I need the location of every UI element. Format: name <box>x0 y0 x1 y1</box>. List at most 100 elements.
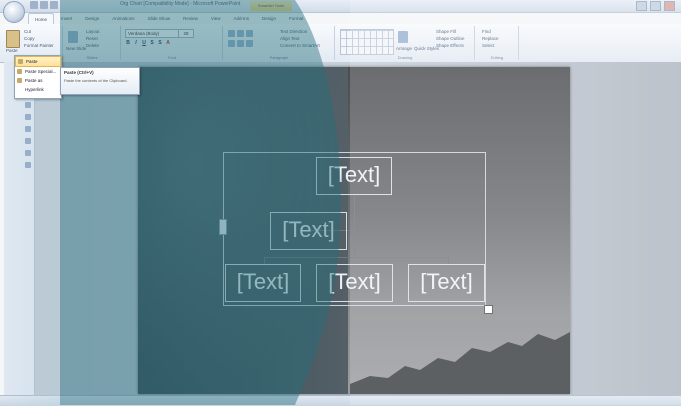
shape-effects-button[interactable]: Shape Effects <box>436 43 464 48</box>
tab-animations[interactable]: Animations <box>106 13 140 24</box>
menu-item-paste-special[interactable]: Paste Special... <box>15 67 61 76</box>
smartart-tools-context-tab: SmartArt Tools <box>250 1 292 11</box>
align-text-button[interactable]: Align Text <box>280 36 299 41</box>
title-bar: Org Chart [Compatibility Mode] - Microso… <box>0 0 681 13</box>
font-format-row: B I U S S A <box>125 40 171 46</box>
office-button[interactable] <box>3 1 25 23</box>
menu-item-label: Paste Special... <box>25 69 57 74</box>
smartart-node-top[interactable]: [Text] <box>316 157 392 195</box>
tool-icon[interactable] <box>25 150 31 156</box>
ribbon-tabs: Home Insert Design Animations Slide Show… <box>28 13 309 24</box>
tab-home[interactable]: Home <box>28 13 55 24</box>
font-group-label: Font <box>167 55 176 60</box>
smartart-node-right[interactable]: [Text] <box>408 264 485 302</box>
smartart-node-assistant[interactable]: [Text] <box>270 212 347 250</box>
indent-icon[interactable] <box>246 30 253 37</box>
tooltip-description: Paste the contents of the Clipboard. <box>64 78 128 83</box>
paste-button-label[interactable]: Paste <box>6 48 18 53</box>
numbering-icon[interactable] <box>237 30 244 37</box>
bold-icon[interactable]: B <box>125 40 131 46</box>
tab-format[interactable]: Format <box>283 13 309 24</box>
minimize-icon[interactable] <box>636 1 647 11</box>
tool-icon[interactable] <box>25 102 31 108</box>
slides-pane <box>4 62 35 395</box>
bullets-icon[interactable] <box>228 30 235 37</box>
align-right-icon[interactable] <box>246 40 253 47</box>
shape-fill-button[interactable]: Shape Fill <box>436 29 456 34</box>
tab-insert[interactable]: Insert <box>55 13 78 24</box>
shape-outline-button[interactable]: Shape Outline <box>436 36 465 41</box>
layout-button[interactable]: Layout <box>86 29 100 34</box>
text-pane-toggle[interactable] <box>219 219 227 235</box>
copy-button[interactable]: Copy <box>24 36 35 41</box>
new-slide-button[interactable]: New Slide <box>66 46 86 51</box>
redo-icon[interactable] <box>50 1 58 9</box>
strikethrough-icon[interactable]: S <box>149 40 155 46</box>
hyperlink-icon <box>17 78 22 83</box>
drawing-group-label: Drawing <box>397 55 413 60</box>
delete-button[interactable]: Delete <box>86 43 99 48</box>
paste-tooltip: Paste (Ctrl+V) Paste the contents of the… <box>60 67 140 95</box>
paste-icon[interactable] <box>6 30 20 48</box>
format-painter-button[interactable]: Format Painter <box>24 43 54 48</box>
select-button[interactable]: Select <box>482 43 495 48</box>
tool-icon[interactable] <box>25 162 31 168</box>
close-icon[interactable] <box>664 1 675 11</box>
tab-slide-show[interactable]: Slide Show <box>142 13 177 24</box>
underline-icon[interactable]: U <box>141 40 147 46</box>
text-direction-button[interactable]: Text Direction <box>280 29 307 34</box>
cut-button[interactable]: Cut <box>24 29 31 34</box>
status-bar <box>0 395 681 406</box>
connector-line <box>264 257 448 258</box>
tab-design[interactable]: Design <box>79 13 105 24</box>
menu-item-label: Paste <box>26 59 38 64</box>
connector-line <box>354 194 355 258</box>
tab-add-ins[interactable]: Add-Ins <box>228 13 256 24</box>
window-controls <box>636 1 675 11</box>
tool-icon[interactable] <box>25 126 31 132</box>
align-left-icon[interactable] <box>228 40 235 47</box>
italic-icon[interactable]: I <box>133 40 139 46</box>
font-group: Verdana (Body) 28 B I U S S A Font <box>122 26 223 60</box>
shapes-gallery[interactable] <box>340 29 394 55</box>
editing-group-label: Editing <box>490 55 504 60</box>
font-family-select[interactable]: Verdana (Body) <box>125 29 179 38</box>
font-color-icon[interactable]: A <box>165 40 171 46</box>
paragraph-group: Text Direction Align Text Convert to Sma… <box>224 26 335 60</box>
paste-special-icon <box>17 69 22 74</box>
slides-group-label: Slides <box>86 55 98 60</box>
quick-access-toolbar <box>30 1 58 9</box>
tab-review[interactable]: Review <box>177 13 204 24</box>
reset-button[interactable]: Reset <box>86 36 98 41</box>
maximize-icon[interactable] <box>650 1 661 11</box>
paste-icon <box>18 59 23 64</box>
window-title: Org Chart [Compatibility Mode] - Microso… <box>120 1 241 7</box>
tooltip-title: Paste (Ctrl+V) <box>64 70 94 75</box>
arrange-icon[interactable] <box>398 31 408 43</box>
convert-smartart-button[interactable]: Convert to SmartArt <box>280 43 320 48</box>
replace-button[interactable]: Replace <box>482 36 499 41</box>
tool-icon[interactable] <box>25 138 31 144</box>
ribbon: Paste Cut Copy Format Painter Clipboard … <box>0 24 681 63</box>
font-size-select[interactable]: 28 <box>178 29 194 38</box>
paste-dropdown-menu: Paste Paste Special... Paste as Hyperlin… <box>14 55 62 99</box>
menu-item-label: Paste as Hyperlink <box>25 78 44 92</box>
new-slide-icon[interactable] <box>68 31 78 43</box>
menu-item-paste-hyperlink[interactable]: Paste as Hyperlink <box>15 76 61 92</box>
tab-view[interactable]: View <box>205 13 227 24</box>
shadow-icon[interactable]: S <box>157 40 163 46</box>
menu-item-paste[interactable]: Paste <box>15 56 61 67</box>
smartart-node-left[interactable]: [Text] <box>225 264 301 302</box>
align-center-icon[interactable] <box>237 40 244 47</box>
save-icon[interactable] <box>30 1 38 9</box>
arrange-button[interactable]: Arrange <box>396 46 412 51</box>
find-button[interactable]: Find <box>482 29 491 34</box>
paragraph-group-label: Paragraph <box>269 55 289 60</box>
resize-handle[interactable] <box>484 305 493 314</box>
tool-icon[interactable] <box>25 114 31 120</box>
undo-icon[interactable] <box>40 1 48 9</box>
editing-group: Find Replace Select Editing <box>476 26 519 60</box>
drawing-group: Arrange Quick Styles Shape Fill Shape Ou… <box>336 26 475 60</box>
smartart-node-middle[interactable]: [Text] <box>316 264 393 302</box>
tab-smartart-design[interactable]: Design <box>256 13 282 24</box>
